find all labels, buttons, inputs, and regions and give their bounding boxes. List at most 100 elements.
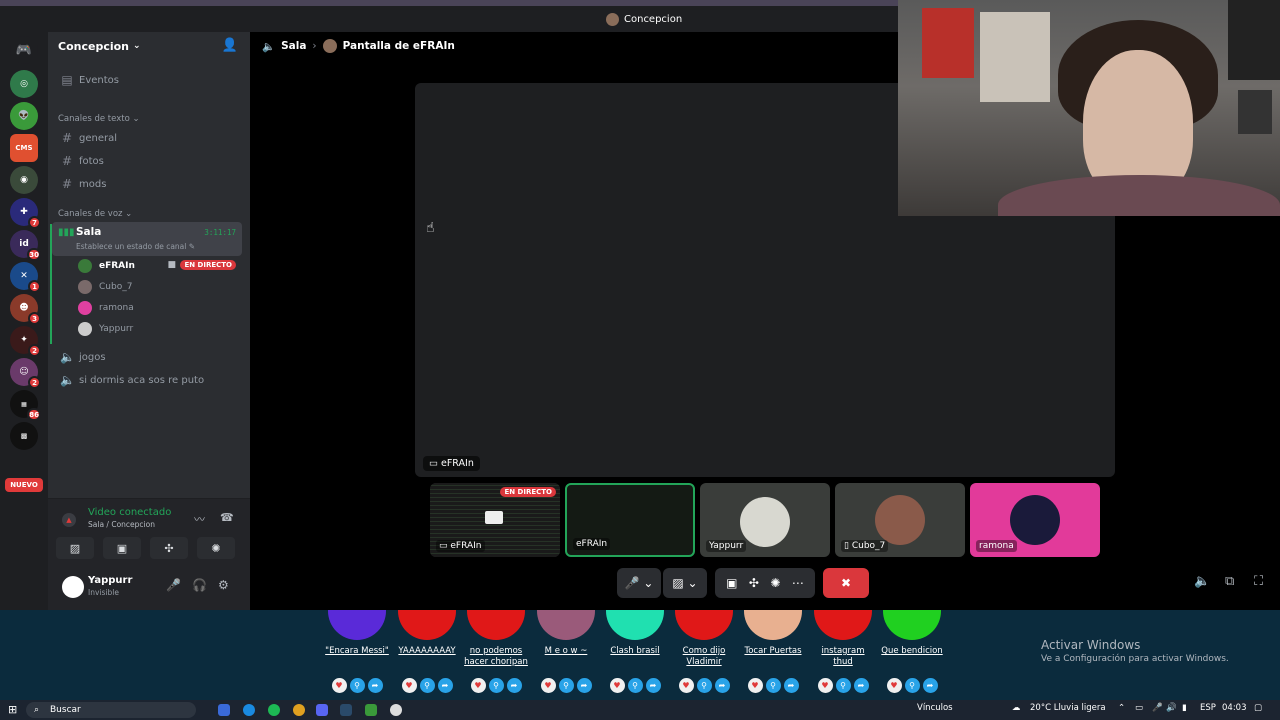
spotify-icon[interactable] bbox=[268, 704, 280, 716]
voice-user[interactable]: ramona bbox=[78, 298, 238, 318]
discord-home-icon[interactable]: 🎮 bbox=[10, 36, 38, 64]
heart-icon[interactable]: ♥ bbox=[817, 678, 833, 693]
sound-label[interactable]: M e o w ~ bbox=[534, 646, 598, 657]
heart-icon[interactable]: ♥ bbox=[401, 678, 417, 693]
server-icon-9[interactable]: ✦ 2 bbox=[10, 326, 41, 357]
popout-icon[interactable]: ⧉ bbox=[1225, 574, 1234, 589]
share-controls[interactable]: ▣ ✣ ✺ ⋯ bbox=[715, 568, 815, 598]
share-icon[interactable]: ➦ bbox=[783, 678, 799, 693]
volume-tray-icon[interactable]: 🔊 bbox=[1166, 703, 1177, 713]
avatar[interactable] bbox=[62, 576, 84, 598]
sound-button[interactable]: Clash brasil bbox=[603, 610, 667, 657]
server-icon-11[interactable]: ▦ 86 bbox=[10, 390, 41, 421]
sound-button[interactable]: no podemos hacer choripan bbox=[464, 610, 528, 668]
sound-label[interactable]: Como dijo Vladimir bbox=[672, 646, 736, 668]
share-icon[interactable]: ➦ bbox=[922, 678, 938, 693]
windows-start-icon[interactable]: ⊞ bbox=[8, 703, 17, 716]
voice-status[interactable]: Establece un estado de canal ✎ bbox=[76, 242, 195, 251]
channel-general[interactable]: # general bbox=[54, 128, 242, 148]
microphone-button[interactable]: 🎤 ⌄ bbox=[617, 568, 661, 598]
sound-label[interactable]: no podemos hacer choripan bbox=[464, 646, 528, 668]
voice-channel-jogos[interactable]: 🔈 jogos bbox=[54, 347, 242, 367]
voice-user[interactable]: Yappurr bbox=[78, 319, 238, 339]
server-icon-2[interactable]: 👽 bbox=[10, 102, 38, 130]
share-icon[interactable]: ➦ bbox=[367, 678, 383, 693]
link-icon[interactable]: ⚲ bbox=[558, 678, 574, 693]
sound-button[interactable]: YAAAAAAAAY bbox=[395, 610, 459, 657]
tile-cubo7[interactable]: ▯ Cubo_7 bbox=[835, 483, 965, 557]
obs-icon[interactable] bbox=[390, 704, 402, 716]
server-header[interactable]: Concepcion ⌄ 👤 bbox=[48, 32, 250, 60]
gear-icon[interactable]: ⚙ bbox=[218, 578, 229, 592]
sound-button[interactable]: M e o w ~ bbox=[534, 610, 598, 657]
link-icon[interactable]: ⚲ bbox=[835, 678, 851, 693]
voice-channel-sala[interactable]: ▮▮▮ Sala 3:11:17 Establece un estado de … bbox=[52, 222, 242, 256]
chrome-icon[interactable] bbox=[293, 704, 305, 716]
disconnect-icon[interactable]: ☎ bbox=[220, 511, 234, 524]
steam-icon[interactable] bbox=[340, 704, 352, 716]
weather-text[interactable]: 20°C Lluvia ligera bbox=[1030, 703, 1106, 713]
server-icon-8[interactable]: ☻ 3 bbox=[10, 294, 41, 325]
links-toolbar[interactable]: Vínculos bbox=[917, 703, 953, 713]
share-icon[interactable]: ➦ bbox=[645, 678, 661, 693]
share-icon[interactable]: ➦ bbox=[714, 678, 730, 693]
sound-button[interactable]: "Encara Messi" bbox=[325, 610, 389, 657]
tile-ramona[interactable]: ramona bbox=[970, 483, 1100, 557]
link-icon[interactable]: ⚲ bbox=[627, 678, 643, 693]
text-category[interactable]: Canales de texto ⌄ bbox=[58, 114, 140, 124]
chevron-up-icon[interactable]: ⌃ bbox=[1118, 703, 1125, 713]
heart-icon[interactable]: ♥ bbox=[540, 678, 556, 693]
soundboard-button[interactable]: ✺ bbox=[197, 537, 235, 559]
server-icon-12[interactable]: ▩ bbox=[10, 422, 38, 450]
link-icon[interactable]: ⚲ bbox=[904, 678, 920, 693]
sound-button[interactable]: instagram thud bbox=[811, 610, 875, 668]
tile-efrain-camera[interactable]: eFRAIn bbox=[565, 483, 695, 557]
heart-icon[interactable]: ♥ bbox=[747, 678, 763, 693]
microphone-icon[interactable]: 🎤 bbox=[166, 578, 181, 592]
voice-user[interactable]: Cubo_7 bbox=[78, 277, 238, 297]
noise-suppression-icon[interactable]: 〰 bbox=[194, 511, 205, 527]
camera-button[interactable]: ▨ ⌄ bbox=[663, 568, 707, 598]
network-icon[interactable]: ▭ bbox=[1135, 703, 1143, 713]
screen-share-button[interactable]: ▣ bbox=[103, 537, 141, 559]
search-box[interactable]: ⌕ Buscar bbox=[26, 702, 196, 718]
camera-off-button[interactable]: ▨ bbox=[56, 537, 94, 559]
tile-yappurr[interactable]: Yappurr bbox=[700, 483, 830, 557]
share-icon[interactable]: ➦ bbox=[853, 678, 869, 693]
server-icon-1[interactable]: ◎ bbox=[10, 70, 38, 98]
sound-label[interactable]: YAAAAAAAAY bbox=[395, 646, 459, 657]
discord-icon[interactable] bbox=[316, 704, 328, 716]
tile-screen[interactable]: EN DIRECTO ▭ eFRAIn bbox=[430, 483, 560, 557]
heart-icon[interactable]: ♥ bbox=[609, 678, 625, 693]
add-user-icon[interactable]: 👤 bbox=[222, 38, 238, 53]
voice-category[interactable]: Canales de voz ⌄ bbox=[58, 209, 132, 219]
link-icon[interactable]: ⚲ bbox=[419, 678, 435, 693]
voice-connected-subtitle[interactable]: Sala / Concepcion bbox=[88, 520, 155, 529]
sound-button[interactable]: Como dijo Vladimir bbox=[672, 610, 736, 668]
battery-icon[interactable]: ▮ bbox=[1182, 703, 1187, 713]
sound-label[interactable]: Que bendicion bbox=[880, 646, 944, 657]
voice-channel-other[interactable]: 🔈 si dormis aca sos re puto bbox=[54, 370, 242, 390]
fullscreen-icon[interactable]: ⛶ bbox=[1254, 574, 1263, 589]
channel-mods[interactable]: # mods bbox=[54, 174, 242, 194]
server-icon-7[interactable]: ✕ 1 bbox=[10, 262, 41, 293]
headphones-icon[interactable]: 🎧 bbox=[192, 578, 207, 592]
clock[interactable]: 04:03 bbox=[1222, 703, 1247, 713]
server-icon-cms[interactable]: CMS bbox=[10, 134, 38, 162]
microphone-tray-icon[interactable]: 🎤 bbox=[1152, 703, 1163, 713]
sound-label[interactable]: Tocar Puertas bbox=[741, 646, 805, 657]
heart-icon[interactable]: ♥ bbox=[678, 678, 694, 693]
leave-call-button[interactable]: ✖ bbox=[823, 568, 869, 598]
channel-fotos[interactable]: # fotos bbox=[54, 151, 242, 171]
link-icon[interactable]: ⚲ bbox=[696, 678, 712, 693]
sound-button[interactable]: Tocar Puertas bbox=[741, 610, 805, 657]
app-icon[interactable] bbox=[218, 704, 230, 716]
sound-label[interactable]: "Encara Messi" bbox=[325, 646, 389, 657]
notifications-icon[interactable]: ▢ bbox=[1254, 703, 1262, 713]
server-icon-4[interactable]: ◉ bbox=[10, 166, 38, 194]
server-icon-5[interactable]: ✚ 7 bbox=[10, 198, 41, 229]
server-icon-6[interactable]: id 30 bbox=[10, 230, 41, 261]
activities-button[interactable]: ✣ bbox=[150, 537, 188, 559]
events-item[interactable]: ▤ Eventos bbox=[54, 70, 242, 90]
new-badge[interactable]: NUEVO bbox=[5, 478, 43, 492]
